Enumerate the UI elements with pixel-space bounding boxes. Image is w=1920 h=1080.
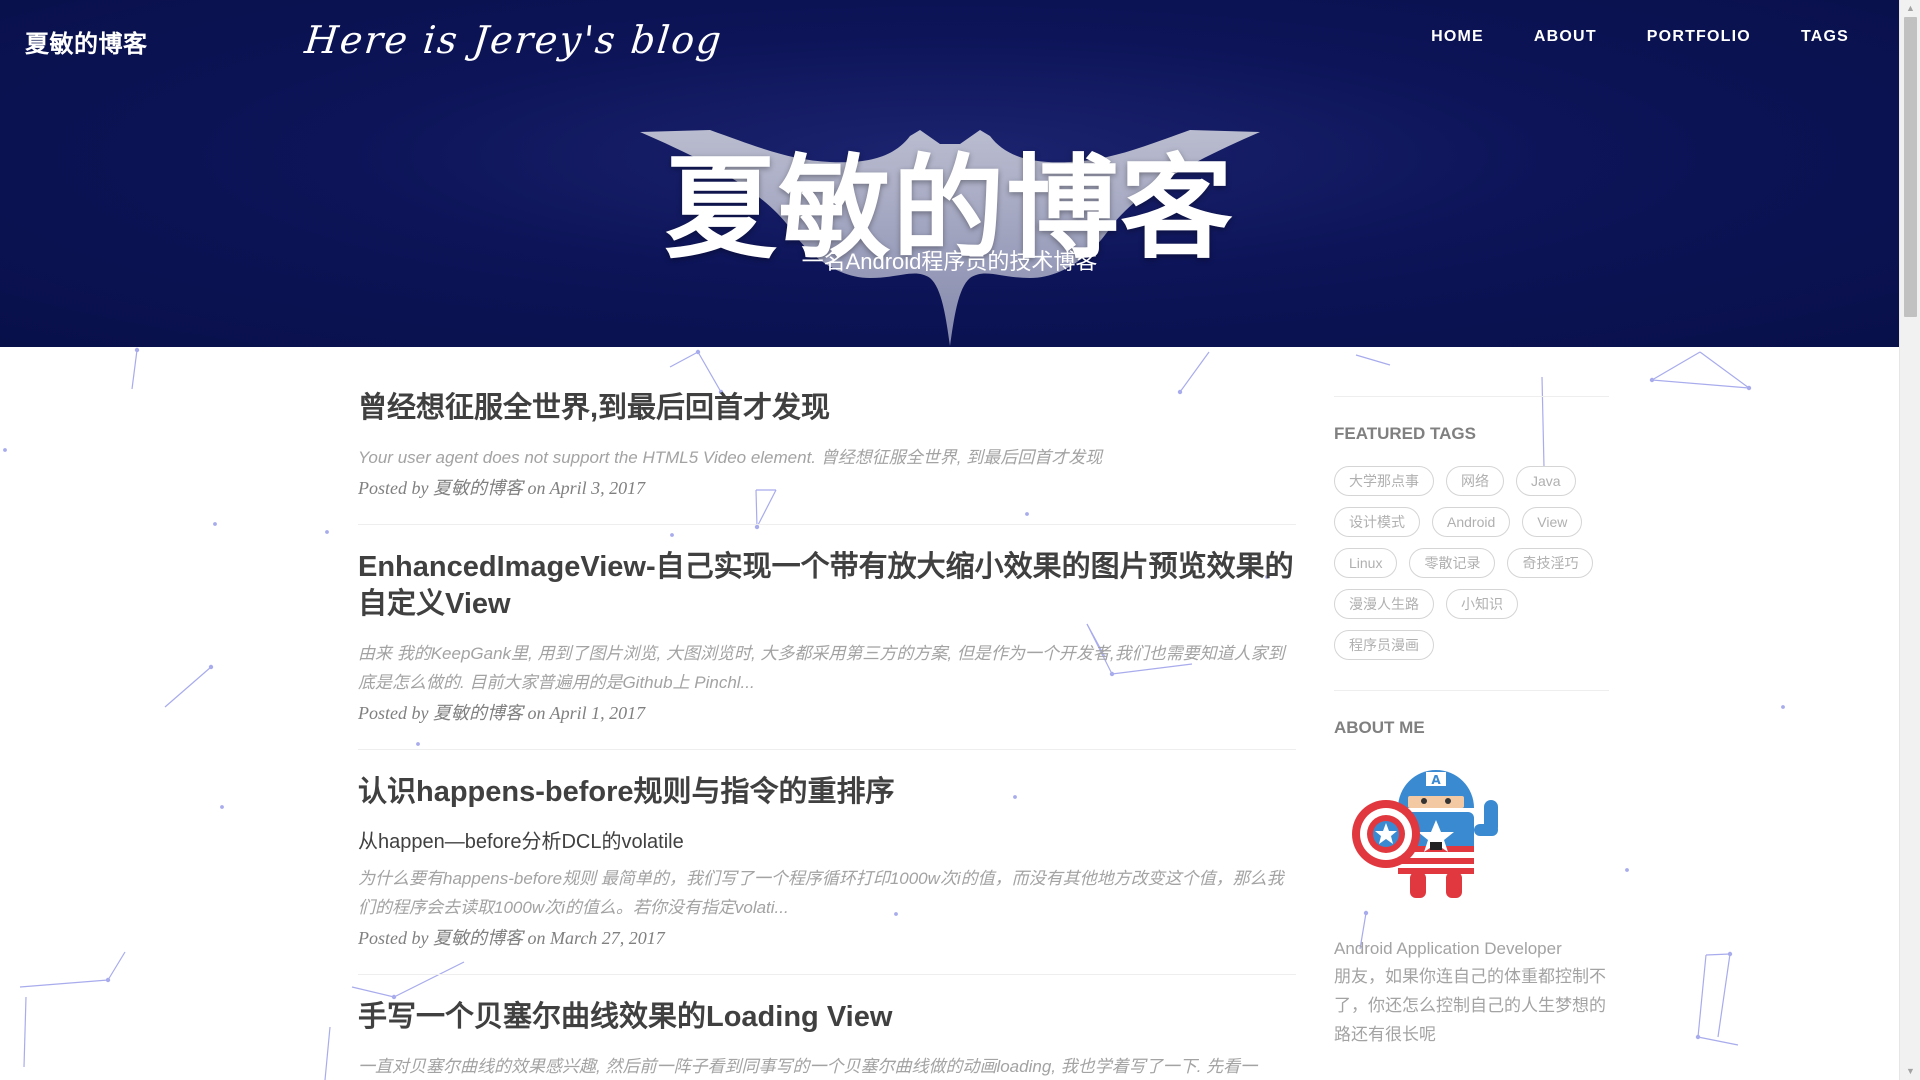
post-meta: Posted by 夏敏的博客 on April 1, 2017 (358, 699, 1296, 725)
tag-chip[interactable]: 网络 (1446, 466, 1504, 496)
tag-chip[interactable]: Android (1432, 507, 1511, 537)
about-me-heading: ABOUT ME (1334, 718, 1425, 737)
hero-header: 夏敏的博客 Here is Jerey's blog HOME ABOUT PO… (0, 0, 1899, 347)
post-excerpt: 一直对贝塞尔曲线的效果感兴趣, 然后前一阵子看到同事写的一个贝塞尔曲线做的动画l… (358, 1057, 1258, 1076)
post-title-link[interactable]: 手写一个贝塞尔曲线效果的Loading View (358, 999, 1296, 1036)
posted-on-label: on (527, 928, 546, 948)
scroll-down-arrow-icon[interactable]: ▼ (1900, 1063, 1920, 1080)
post-title-link[interactable]: 认识happens-before规则与指令的重排序 (358, 774, 1296, 811)
post-author-link[interactable]: 夏敏的博客 (433, 478, 523, 498)
scrollbar-thumb[interactable] (1904, 17, 1917, 317)
posted-on-label: on (527, 478, 546, 498)
post-meta: Posted by 夏敏的博客 on April 3, 2017 (358, 474, 1296, 500)
about-role: Android Application Developer (1334, 939, 1562, 958)
post-preview: EnhancedImageView-自己实现一个带有放大缩小效果的图片预览效果的… (358, 549, 1296, 750)
posted-by-label: Posted by (358, 478, 429, 498)
tag-chip[interactable]: 漫漫人生路 (1334, 589, 1434, 619)
nav-tags[interactable]: TAGS (1776, 28, 1874, 46)
post-author-link[interactable]: 夏敏的博客 (433, 928, 523, 948)
nav-about[interactable]: ABOUT (1509, 28, 1622, 46)
post-preview: 手写一个贝塞尔曲线效果的Loading View 一直对贝塞尔曲线的效果感兴趣,… (358, 999, 1296, 1080)
tag-chip[interactable]: View (1522, 507, 1583, 537)
script-title: Here is Jerey's blog (302, 18, 725, 62)
tag-chip[interactable]: Java (1516, 466, 1576, 496)
posted-on-label: on (527, 703, 546, 723)
site-brand[interactable]: 夏敏的博客 (25, 24, 148, 59)
about-text: 朋友，如果你连自己的体重都控制不了，你还怎么控制自己的人生梦想的路还有很长呢 (1334, 967, 1606, 1044)
tag-chip[interactable]: 程序员漫画 (1334, 630, 1434, 660)
tag-chip[interactable]: 小知识 (1446, 589, 1518, 619)
sidebar-divider (1334, 690, 1609, 691)
sidebar: FEATURED TAGS 大学那点事 网络 Java 设计模式 Android… (1334, 396, 1609, 1049)
post-date: April 1, 2017 (549, 703, 646, 723)
hero-subtitle: 一名Android程序员的技术博客 (801, 249, 1098, 274)
post-date: April 3, 2017 (549, 478, 646, 498)
tag-chip[interactable]: Linux (1334, 548, 1398, 578)
tag-chip[interactable]: 奇技淫巧 (1507, 548, 1594, 578)
post-author-link[interactable]: 夏敏的博客 (433, 703, 523, 723)
tag-chip[interactable]: 大学那点事 (1334, 466, 1434, 496)
post-preview: 认识happens-before规则与指令的重排序 从happen—before… (358, 774, 1296, 975)
posted-by-label: Posted by (358, 703, 429, 723)
post-title-link[interactable]: 曾经想征服全世界,到最后回首才发现 (358, 390, 1296, 427)
post-excerpt: 为什么要有happens-before规则 最简单的，我们写了一个程序循环打印1… (358, 869, 1284, 917)
tag-cloud: 大学那点事 网络 Java 设计模式 Android View Linux 零散… (1334, 466, 1609, 660)
android-captain-avatar-icon: A (1352, 770, 1498, 898)
post-preview: 曾经想征服全世界,到最后回首才发现 Your user agent does n… (358, 390, 1296, 525)
tag-chip[interactable]: 设计模式 (1334, 507, 1420, 537)
svg-text:A: A (1431, 773, 1441, 787)
post-subtitle: 从happen—before分析DCL的volatile (358, 831, 684, 853)
post-list: 曾经想征服全世界,到最后回首才发现 Your user agent does n… (358, 390, 1296, 1080)
post-excerpt: 由来 我的KeepGank里, 用到了图片浏览, 大图浏览时, 大多都采用第三方… (358, 644, 1285, 692)
post-excerpt: Your user agent does not support the HTM… (358, 448, 1103, 467)
scroll-up-arrow-icon[interactable]: ▲ (1900, 0, 1920, 17)
nav-portfolio[interactable]: PORTFOLIO (1622, 28, 1776, 46)
post-meta: Posted by 夏敏的博客 on March 27, 2017 (358, 924, 1296, 950)
post-title-link[interactable]: EnhancedImageView-自己实现一个带有放大缩小效果的图片预览效果的… (358, 549, 1296, 623)
tag-chip[interactable]: 零散记录 (1409, 548, 1496, 578)
page-scrollbar[interactable]: ▲ ▼ (1899, 0, 1920, 1080)
post-date: March 27, 2017 (549, 928, 665, 948)
posted-by-label: Posted by (358, 928, 429, 948)
featured-tags-heading: FEATURED TAGS (1334, 424, 1476, 443)
main-nav: HOME ABOUT PORTFOLIO TAGS (1406, 28, 1874, 46)
nav-home[interactable]: HOME (1406, 28, 1509, 46)
sidebar-divider (1334, 396, 1609, 397)
